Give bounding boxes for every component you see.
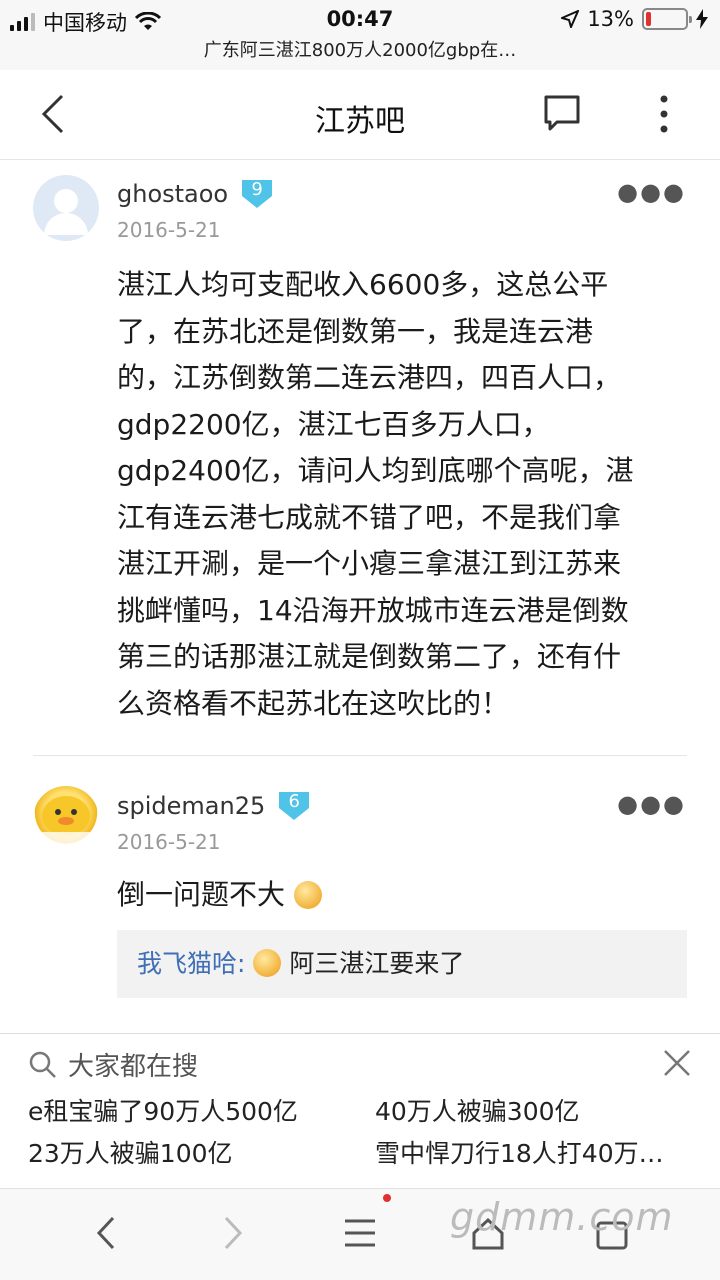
post-content: 倒一问题不大 [117,872,690,919]
app-header: 江苏吧 [0,70,720,160]
status-right: 13% [561,7,708,31]
username-row: ghostaoo 9 [117,178,274,210]
menu-icon[interactable] [343,1215,377,1251]
more-options-icon[interactable]: ●●● [617,790,686,818]
post-ghostaoo: ghostaoo 9 2016-5-21 ●●● 湛江人均可支配收入6600多，… [0,160,720,750]
post-content-line: gdp2200亿，湛江七百多万人口， [117,407,550,441]
reply-text: 阿三湛江要来了 [289,949,465,978]
sub-reply[interactable]: 我飞猫哈: 阿三湛江要来了 [117,930,687,998]
duck-avatar-icon [39,796,93,846]
search-suggestion[interactable]: 23万人被骗100亿 [28,1134,233,1170]
default-avatar-icon [44,189,88,235]
post-content-line: 湛江人均可支配收入6600多，这总公平 [117,268,609,301]
level-badge: 9 [240,178,274,210]
post-content-line: 的，江苏倒数第二连云港四，四百人口， [117,361,622,394]
post-spideman25: spideman25 6 2016-5-21 ●●● 倒一问题不大 我飞猫哈: … [0,772,720,1002]
notification-dot [383,1194,391,1202]
level-number: 9 [251,179,263,200]
username[interactable]: spideman25 [117,792,265,820]
browser-forward-icon[interactable] [222,1215,244,1251]
post-date: 2016-5-21 [117,830,221,854]
comment-icon[interactable] [543,94,581,132]
search-suggestion[interactable]: 雪中悍刀行18人打40万… [375,1134,664,1170]
battery-percent: 13% [587,7,634,31]
search-suggestion[interactable]: 40万人被骗300亿 [375,1092,580,1128]
location-icon [561,10,580,28]
search-icon [29,1051,56,1078]
divider [33,755,687,756]
page-url-title: 广东阿三湛江800万人2000亿gbp在… [0,38,720,70]
watermark: gdmm.com [450,1195,674,1239]
reply-username[interactable]: 我飞猫哈: [137,949,245,978]
smile-emoji-icon [253,949,282,977]
more-options-icon[interactable]: ●●● [617,178,686,206]
avatar[interactable] [33,786,99,852]
search-suggestion-panel: 大家都在搜 e租宝骗了90万人500亿 40万人被骗300亿 23万人被骗100… [0,1033,720,1188]
post-text: 倒一问题不大 [117,878,286,911]
post-content-line: gdp2400亿，请问人均到底哪个高呢，湛 [117,454,634,487]
search-heading: 大家都在搜 [68,1052,199,1082]
level-number: 6 [288,791,300,812]
more-vertical-icon[interactable] [656,94,672,134]
page-title: 江苏吧 [315,104,405,139]
post-content: 湛江人均可支配收入6600多，这总公平 了，在苏北还是倒数第一，我是连云港 的，江苏… [117,262,690,727]
level-badge: 6 [277,790,311,822]
post-content-line: 湛江开涮，是一个小瘪三拿湛江到江苏来 [117,547,622,580]
post-content-line: 挑衅懂吗，14沿海开放城市连云港是倒数 [117,593,629,627]
battery-icon [642,8,692,30]
status-bar: 中国移动 00:47 13% [0,0,720,38]
charging-icon [696,9,708,29]
browser-back-icon[interactable] [95,1215,117,1251]
post-content-line: 么资格看不起苏北在这吹比的！ [117,686,510,720]
close-icon[interactable] [662,1048,692,1078]
search-heading-row: 大家都在搜 [28,1046,198,1083]
username[interactable]: ghostaoo [117,180,228,208]
post-content-line: 第三的话那湛江就是倒数第二了，还有什 [117,640,622,673]
avatar[interactable] [33,175,99,241]
smile-emoji-icon [293,881,322,909]
post-content-line: 江有连云港七成就不错了吧，不是我们拿 [117,500,622,534]
username-row: spideman25 6 [117,790,311,822]
post-content-line: 了，在苏北还是倒数第一，我是连云港 [117,314,594,348]
post-date: 2016-5-21 [117,218,221,242]
search-suggestion[interactable]: e租宝骗了90万人500亿 [28,1092,298,1128]
